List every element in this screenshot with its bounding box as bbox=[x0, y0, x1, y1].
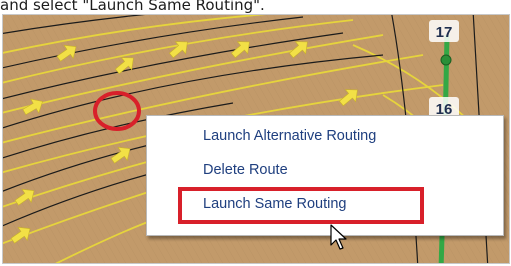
menu-item-delete-route[interactable]: Delete Route bbox=[203, 158, 288, 182]
route-waypoint-icon[interactable] bbox=[440, 54, 452, 66]
instruction-caption: and select "Launch Same Routing". bbox=[0, 0, 265, 14]
menu-item-highlight-box bbox=[178, 187, 424, 224]
mouse-pointer-icon bbox=[330, 224, 347, 250]
menu-item-launch-alternative-routing[interactable]: Launch Alternative Routing bbox=[203, 124, 376, 148]
route-number-17: 17 bbox=[436, 24, 453, 41]
